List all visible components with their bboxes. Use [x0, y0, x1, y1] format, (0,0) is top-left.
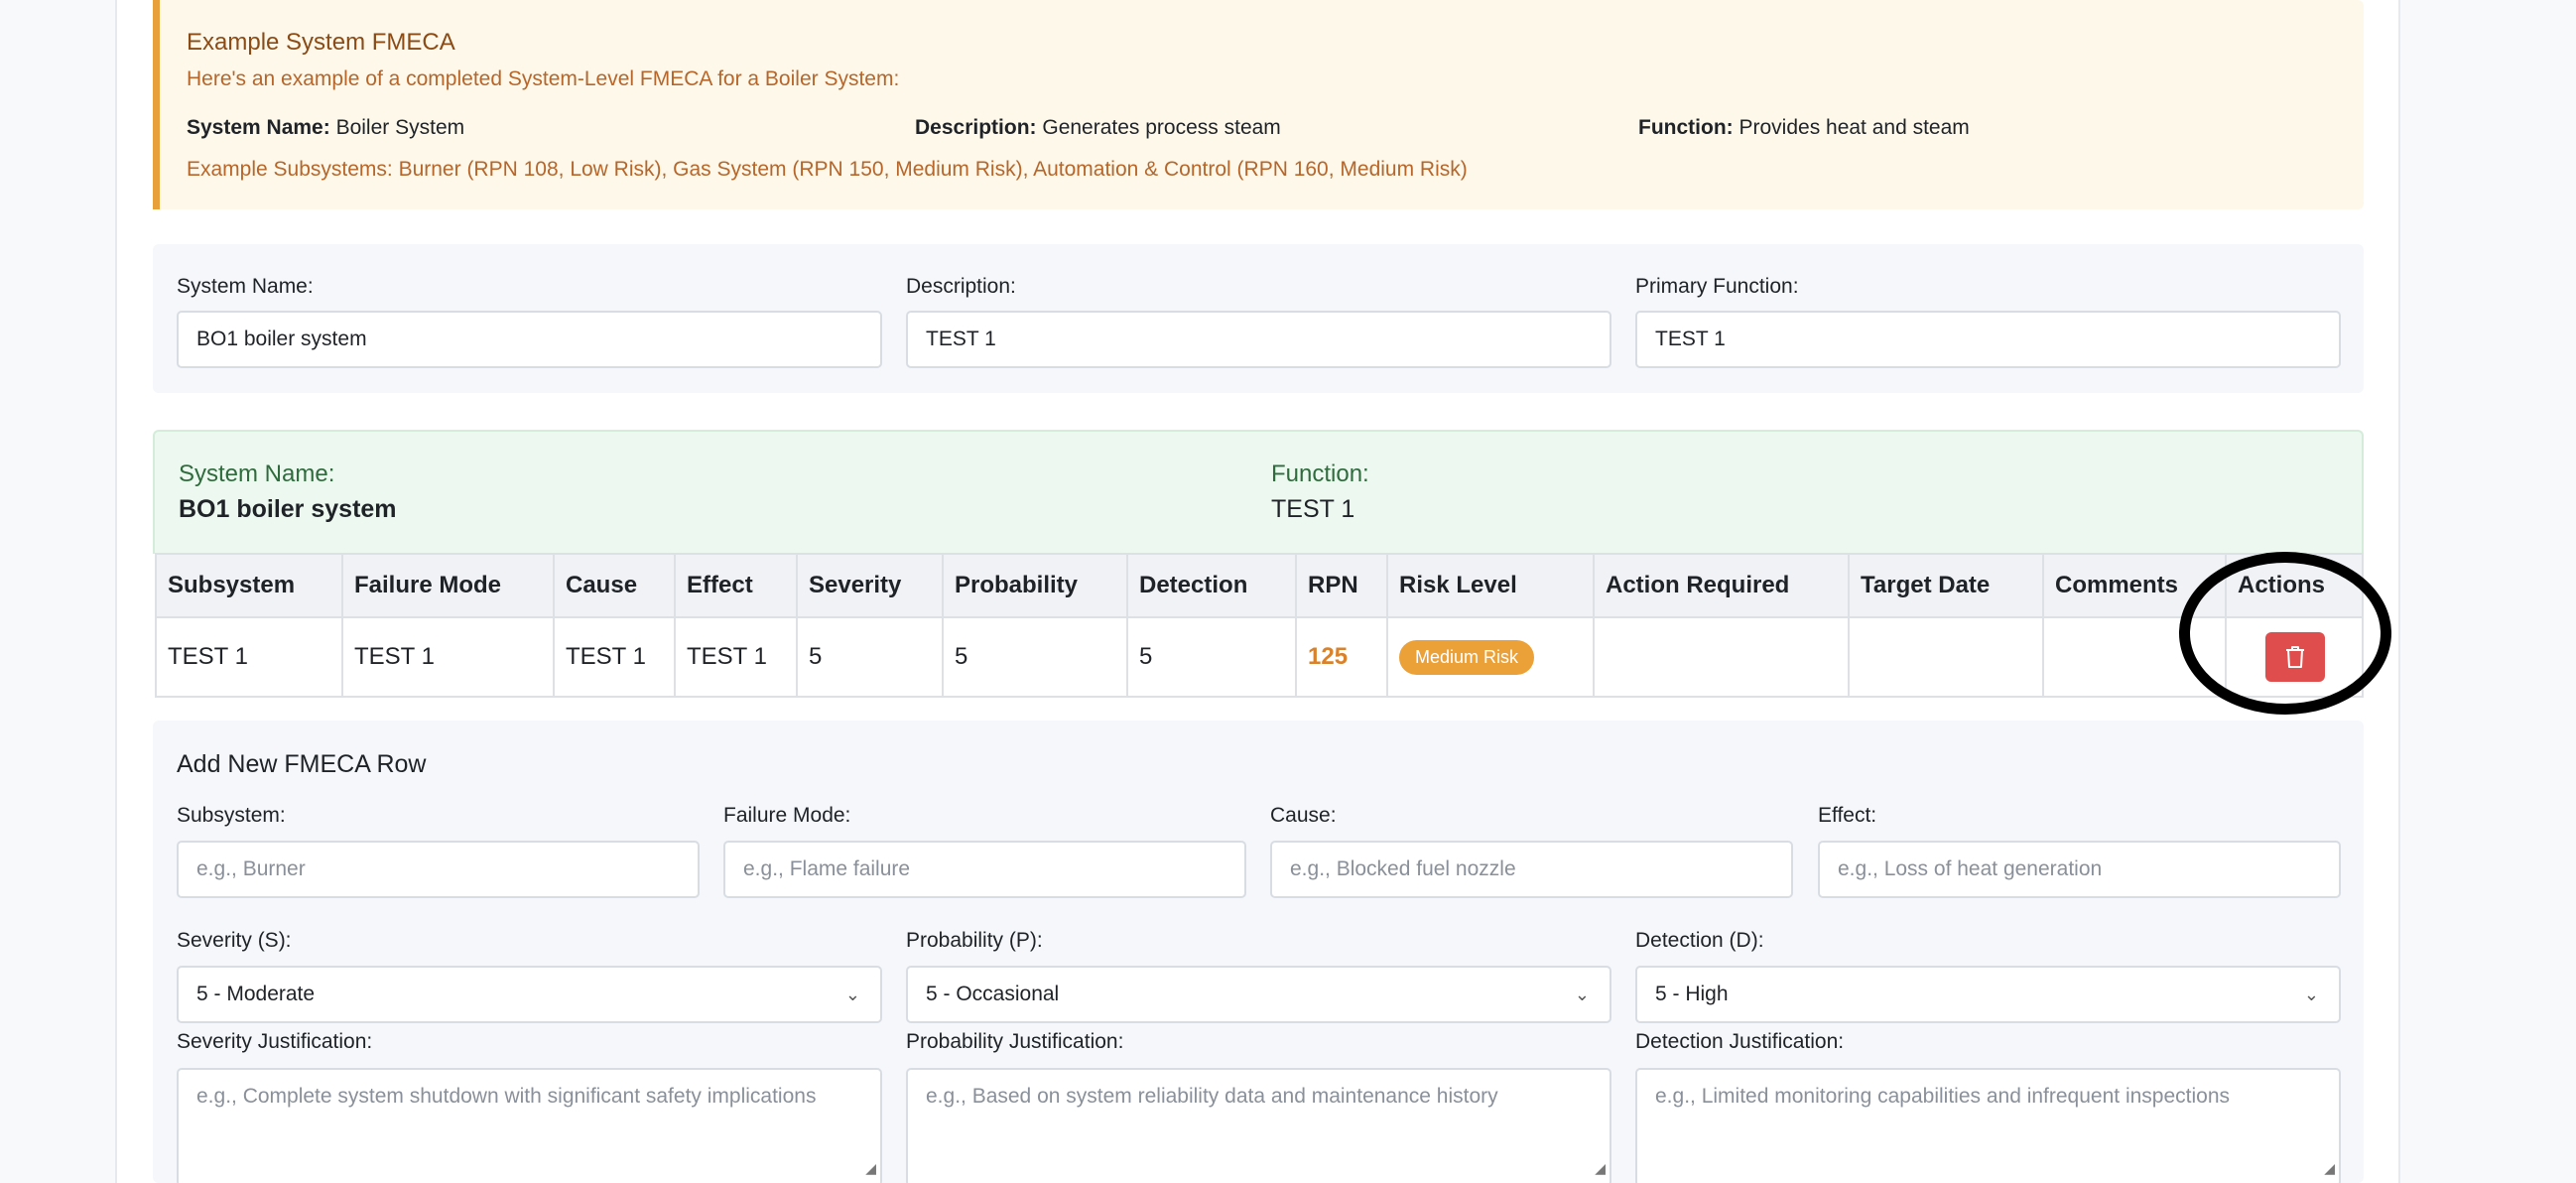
cell-failure-mode: TEST 1 — [341, 616, 555, 698]
example-function-value: Provides heat and steam — [1739, 116, 1970, 139]
example-subsystems: Example Subsystems: Burner (RPN 108, Low… — [187, 158, 1468, 181]
col-risk-level: Risk Level — [1386, 553, 1595, 618]
example-function: Function: Provides heat and steam — [1638, 116, 1970, 140]
probability-label: Probability (P): — [906, 929, 1043, 952]
severity-justification-label: Severity Justification: — [177, 1030, 373, 1053]
detection-select[interactable]: 5 - High ⌄ — [1635, 966, 2341, 1023]
col-action-required: Action Required — [1593, 553, 1850, 618]
table-header-row: Subsystem Failure Mode Cause Effect Seve… — [155, 553, 2364, 618]
cause-label: Cause: — [1270, 804, 1337, 827]
system-name-input[interactable]: BO1 boiler system — [177, 311, 882, 368]
example-description-value: Generates process steam — [1042, 116, 1281, 139]
detection-justification-placeholder: e.g., Limited monitoring capabilities an… — [1655, 1085, 2231, 1108]
risk-level-badge: Medium Risk — [1399, 639, 1535, 675]
effect-input[interactable]: e.g., Loss of heat generation — [1818, 841, 2341, 898]
system-form-panel: System Name: BO1 boiler system Descripti… — [153, 244, 2364, 393]
example-description: Description: Generates process steam — [915, 116, 1281, 140]
annotation-circle — [2179, 552, 2391, 715]
example-function-label: Function: — [1638, 116, 1734, 139]
detection-selected: 5 - High — [1655, 983, 1729, 1005]
col-probability: Probability — [942, 553, 1128, 618]
chevron-down-icon: ⌄ — [1574, 985, 1590, 1004]
example-fmeca-box: Example System FMECA Here's an example o… — [153, 0, 2364, 209]
severity-selected: 5 - Moderate — [196, 983, 316, 1005]
resize-grip-icon[interactable]: ◢ — [1595, 1153, 1606, 1183]
cell-probability: 5 — [942, 616, 1128, 698]
example-intro: Here's an example of a completed System-… — [187, 67, 900, 90]
subsystem-label: Subsystem: — [177, 804, 286, 827]
effect-label: Effect: — [1818, 804, 1877, 827]
probability-justification-placeholder: e.g., Based on system reliability data a… — [926, 1085, 1498, 1108]
primary-function-input[interactable]: TEST 1 — [1635, 311, 2341, 368]
detection-justification-label: Detection Justification: — [1635, 1030, 1845, 1053]
failure-mode-label: Failure Mode: — [723, 804, 851, 827]
col-detection: Detection — [1126, 553, 1297, 618]
col-subsystem: Subsystem — [155, 553, 343, 618]
table-row: TEST 1 TEST 1 TEST 1 TEST 1 5 5 5 125 Me… — [155, 616, 2364, 698]
chevron-down-icon: ⌄ — [844, 985, 860, 1004]
example-system-name: System Name: Boiler System — [187, 116, 464, 140]
summary-function-label: Function: — [1271, 460, 1369, 487]
cell-action-required — [1593, 616, 1850, 698]
cell-detection: 5 — [1126, 616, 1297, 698]
cell-subsystem: TEST 1 — [155, 616, 343, 698]
probability-selected: 5 - Occasional — [926, 983, 1060, 1005]
summary-function-value: TEST 1 — [1271, 495, 1355, 523]
system-name-label: System Name: — [177, 275, 314, 298]
resize-grip-icon[interactable]: ◢ — [865, 1153, 876, 1183]
resize-grip-icon[interactable]: ◢ — [2324, 1153, 2335, 1183]
cell-effect: TEST 1 — [674, 616, 798, 698]
probability-justification-label: Probability Justification: — [906, 1030, 1124, 1053]
example-description-label: Description: — [915, 116, 1037, 139]
cell-risk-level: Medium Risk — [1386, 616, 1595, 698]
severity-justification-textarea[interactable]: e.g., Complete system shutdown with sign… — [177, 1068, 882, 1183]
example-title: Example System FMECA — [187, 29, 455, 56]
rpn-value: 125 — [1308, 643, 1349, 670]
col-cause: Cause — [553, 553, 676, 618]
example-system-name-value: Boiler System — [335, 116, 465, 139]
add-row-title: Add New FMECA Row — [177, 750, 427, 778]
example-system-name-label: System Name: — [187, 116, 330, 139]
cell-target-date — [1848, 616, 2044, 698]
col-severity: Severity — [796, 553, 944, 618]
col-effect: Effect — [674, 553, 798, 618]
probability-justification-textarea[interactable]: e.g., Based on system reliability data a… — [906, 1068, 1611, 1183]
col-failure-mode: Failure Mode — [341, 553, 555, 618]
severity-justification-placeholder: e.g., Complete system shutdown with sign… — [196, 1085, 817, 1108]
summary-system-name-label: System Name: — [179, 460, 335, 487]
cell-severity: 5 — [796, 616, 944, 698]
chevron-down-icon: ⌄ — [2303, 985, 2319, 1004]
failure-mode-input[interactable]: e.g., Flame failure — [723, 841, 1246, 898]
summary-system-name-value: BO1 boiler system — [179, 495, 397, 523]
col-target-date: Target Date — [1848, 553, 2044, 618]
cell-rpn: 125 — [1295, 616, 1388, 698]
cell-cause: TEST 1 — [553, 616, 676, 698]
severity-select[interactable]: 5 - Moderate ⌄ — [177, 966, 882, 1023]
description-input[interactable]: TEST 1 — [906, 311, 1611, 368]
system-summary: System Name: BO1 boiler system Function:… — [153, 430, 2364, 554]
severity-label: Severity (S): — [177, 929, 292, 952]
col-rpn: RPN — [1295, 553, 1388, 618]
add-fmeca-row-panel: Add New FMECA Row Subsystem: e.g., Burne… — [153, 721, 2364, 1183]
probability-select[interactable]: 5 - Occasional ⌄ — [906, 966, 1611, 1023]
detection-label: Detection (D): — [1635, 929, 1764, 952]
description-label: Description: — [906, 275, 1016, 298]
subsystem-input[interactable]: e.g., Burner — [177, 841, 700, 898]
detection-justification-textarea[interactable]: e.g., Limited monitoring capabilities an… — [1635, 1068, 2341, 1183]
fmeca-table: Subsystem Failure Mode Cause Effect Seve… — [155, 553, 2364, 698]
cause-input[interactable]: e.g., Blocked fuel nozzle — [1270, 841, 1793, 898]
primary-function-label: Primary Function: — [1635, 275, 1799, 298]
